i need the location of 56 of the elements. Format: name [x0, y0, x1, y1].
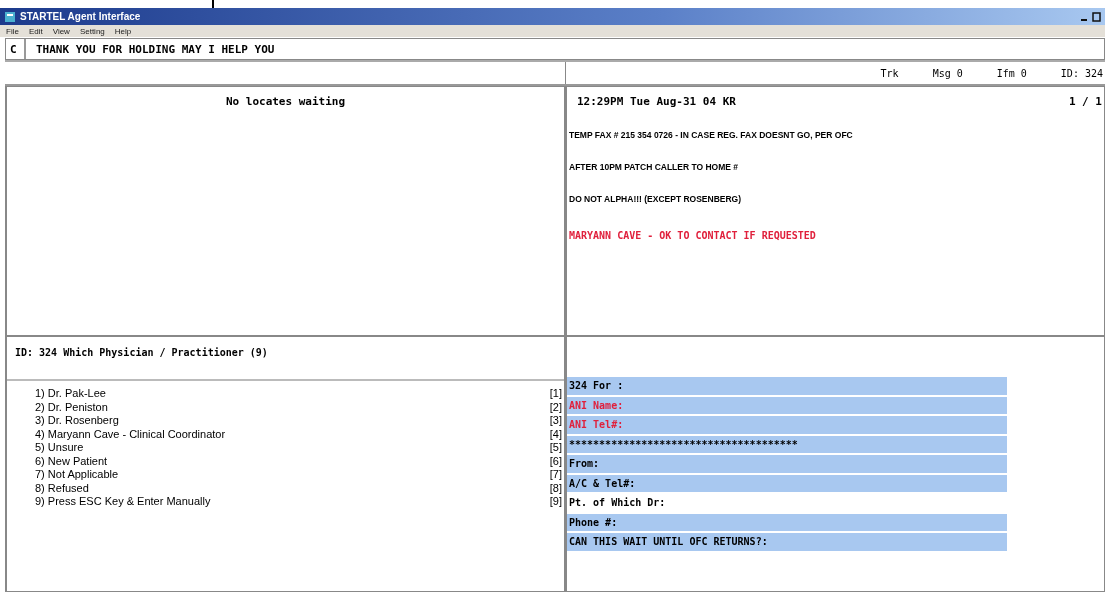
form-field[interactable]: A/C & Tel#: — [567, 474, 1007, 492]
option-label[interactable]: 6) New Patient — [35, 454, 108, 468]
option-key: [8] — [549, 481, 562, 495]
field-label: 324 For : — [569, 380, 624, 391]
field-label: ANI Tel#: — [569, 419, 624, 430]
option-key: [3] — [549, 414, 562, 428]
note-text: AFTER 10PM PATCH CALLER TO HOME # — [568, 162, 740, 172]
form-field[interactable]: From: — [567, 455, 1007, 473]
page-counter: 1 / 1 — [1068, 95, 1102, 108]
menu-item[interactable]: View — [52, 26, 70, 36]
status-text: Msg 0 — [932, 67, 963, 79]
option-label[interactable]: 7) Not Applicable — [35, 468, 119, 482]
message-text: THANK YOU FOR HOLDING MAY I HELP YOU — [35, 41, 275, 58]
form-field[interactable]: Pt. of Which Dr: — [567, 494, 1007, 512]
note-text: TEMP FAX # 215 354 0726 - IN CASE REG. FAX DOESNT GO, PER OFC — [568, 130, 854, 140]
option-label[interactable]: 1) Dr. Pak-Lee — [35, 387, 106, 401]
menu-item[interactable]: File — [6, 26, 19, 36]
option-key: [7] — [549, 468, 562, 482]
option-key: [6] — [549, 454, 562, 468]
menu-item[interactable]: Edit — [28, 26, 43, 36]
info-header: 12:29PM Tue Aug-31 04 KR — [577, 95, 736, 108]
menu-item[interactable]: Setting — [79, 26, 105, 36]
menu-item[interactable]: Help — [114, 26, 132, 36]
status-text: ID: 324 — [1060, 67, 1103, 79]
option-key: [9] — [549, 495, 562, 509]
form-field[interactable]: 324 For : — [567, 377, 1007, 395]
field-label: CAN THIS WAIT UNTIL OFC RETURNS?: — [569, 536, 768, 547]
maximize-icon[interactable] — [1092, 11, 1101, 22]
option-key: [2] — [549, 400, 562, 414]
option-label[interactable]: 5) Unsure — [35, 441, 84, 455]
form-field[interactable]: ************************************** — [567, 435, 1007, 453]
option-label[interactable]: 4) Maryann Cave - Clinical Coordinator — [35, 427, 226, 441]
option-label[interactable]: 3) Dr. Rosenberg — [35, 414, 119, 428]
app-icon — [4, 10, 16, 23]
window-title: STARTEL Agent Interface — [20, 11, 142, 22]
option-key: [4] — [549, 427, 562, 441]
message-code: C — [6, 39, 26, 59]
field-label: ************************************** — [569, 438, 798, 450]
form-field[interactable]: Phone #: — [567, 513, 1007, 531]
field-label: Phone #: — [569, 516, 618, 528]
option-key: [5] — [549, 441, 562, 455]
note-text: MARYANN CAVE - OK TO CONTACT IF REQUESTED — [568, 230, 817, 241]
note-text: DO NOT ALPHA!!! (EXCEPT ROSENBERG) — [568, 194, 743, 204]
option-label[interactable]: 8) Refused — [35, 481, 89, 495]
field-label: Pt. of Which Dr: — [569, 497, 666, 508]
field-label: ANI Name: — [569, 399, 624, 411]
option-key: [1] — [549, 387, 562, 401]
field-label: A/C & Tel#: — [569, 477, 636, 489]
form-field[interactable]: CAN THIS WAIT UNTIL OFC RETURNS?: — [567, 533, 1007, 551]
field-label: From: — [569, 458, 600, 469]
question-title: ID: 324 Which Physician / Practitioner (9) — [7, 337, 564, 381]
option-label[interactable]: 9) Press ESC Key & Enter Manually — [35, 495, 211, 509]
option-label[interactable]: 2) Dr. Peniston — [35, 400, 108, 414]
locates-text: No locates waiting — [224, 94, 347, 108]
status-text: Ifm 0 — [996, 67, 1027, 79]
status-text: Trk — [880, 67, 899, 79]
